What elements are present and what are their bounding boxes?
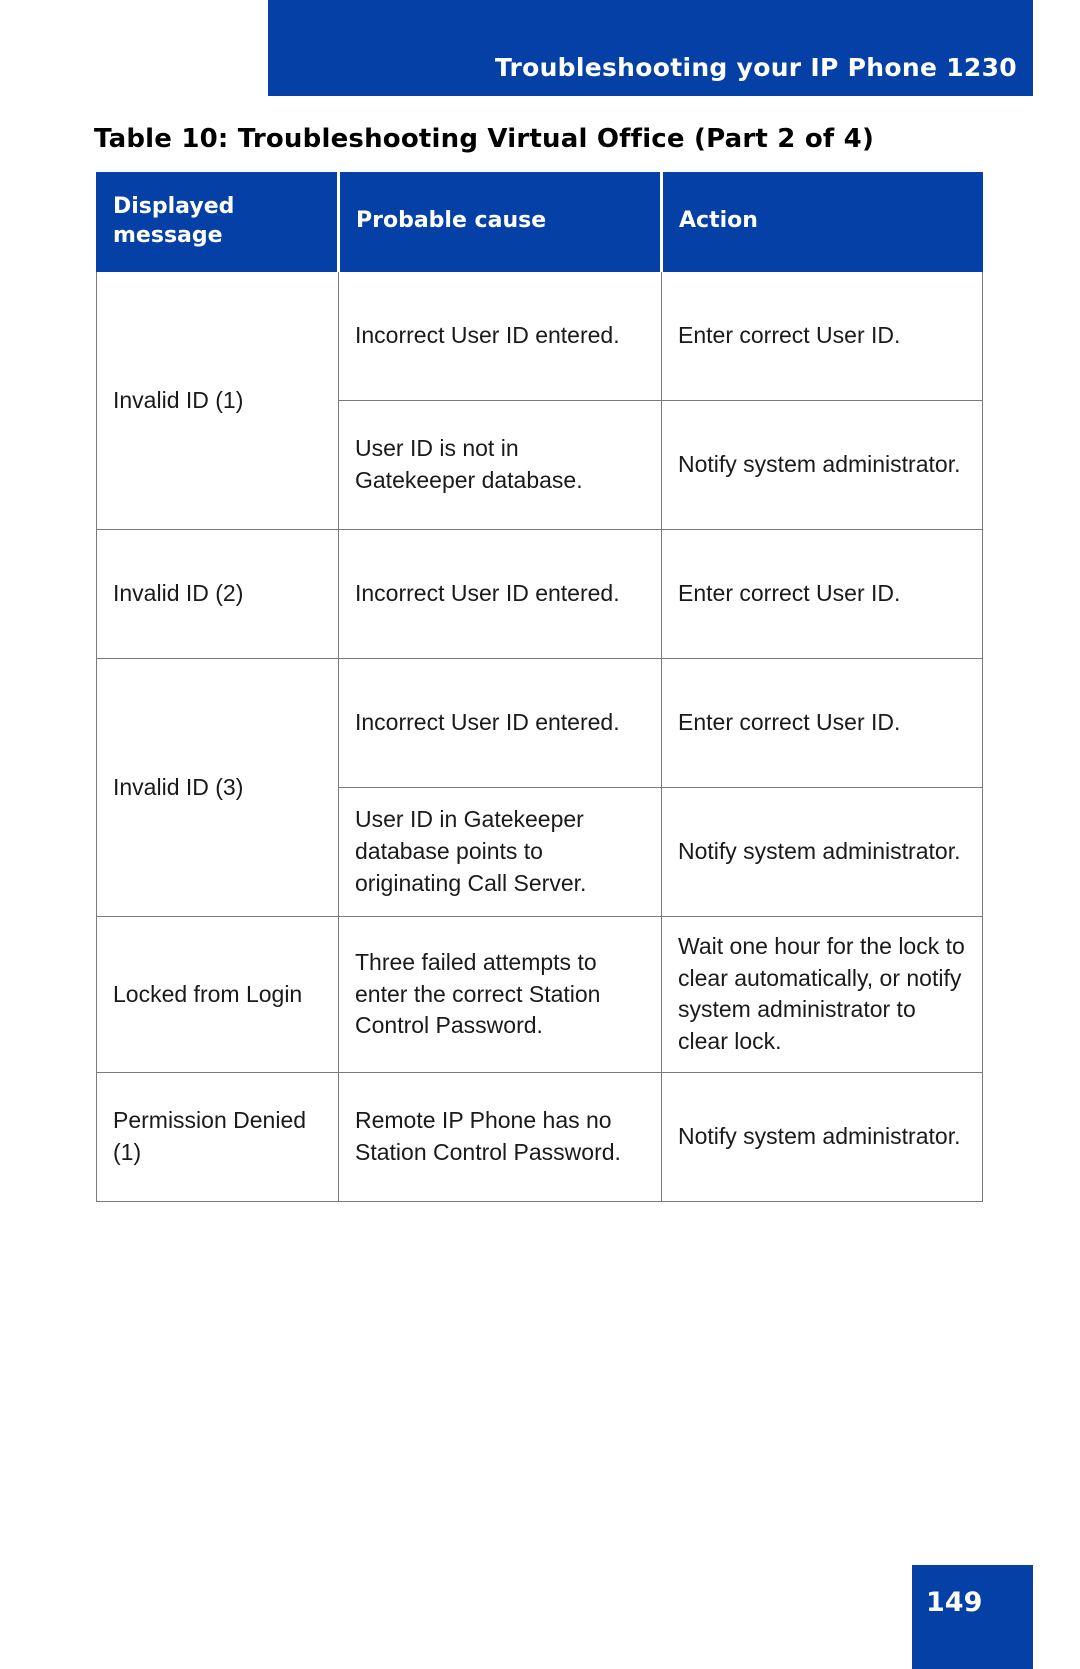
cell-probable-cause: Three failed attempts to enter the corre… (338, 916, 662, 1073)
table-row: Invalid ID (2) Incorrect User ID entered… (96, 529, 983, 659)
cell-action: Notify system administrator. (661, 400, 983, 530)
table-caption: Table 10: Troubleshooting Virtual Office… (94, 124, 875, 154)
cell-displayed-message: Invalid ID (2) (96, 529, 339, 659)
table-body: Invalid ID (1) Incorrect User ID entered… (96, 271, 983, 1202)
table-header-row: Displayed message Probable cause Action (96, 172, 983, 272)
cell-displayed-message: Permission Denied (1) (96, 1071, 339, 1202)
column-header-displayed-message: Displayed message (96, 172, 340, 272)
cell-probable-cause: User ID is not in Gatekeeper database. (338, 400, 662, 530)
column-header-action: Action (661, 172, 983, 272)
running-header-title: Troubleshooting your IP Phone 1230 (494, 53, 1017, 82)
table-row: Invalid ID (1) Incorrect User ID entered… (96, 271, 983, 530)
table-row: Permission Denied (1) Remote IP Phone ha… (96, 1071, 983, 1202)
cell-action: Notify system administrator. (661, 1071, 983, 1202)
cell-action: Enter correct User ID. (661, 529, 983, 659)
cell-displayed-message: Locked from Login (96, 916, 339, 1073)
cell-displayed-message: Invalid ID (3) (96, 658, 339, 917)
page-number: 149 (926, 1587, 983, 1618)
cell-probable-cause: Incorrect User ID entered. (338, 529, 662, 659)
cell-probable-cause: User ID in Gatekeeper database points to… (338, 787, 662, 917)
page-header-banner: Troubleshooting your IP Phone 1230 (268, 0, 1033, 96)
table-header: Displayed message Probable cause Action (96, 172, 983, 272)
cell-probable-cause: Incorrect User ID entered. (338, 271, 662, 401)
cell-action: Wait one hour for the lock to clear auto… (661, 916, 983, 1073)
troubleshooting-table: Displayed message Probable cause Action … (96, 172, 983, 1202)
table-row: Locked from Login Three failed attempts … (96, 916, 983, 1073)
cell-probable-cause: Incorrect User ID entered. (338, 658, 662, 788)
cell-probable-cause: Remote IP Phone has no Station Control P… (338, 1071, 662, 1202)
page-number-box: 149 (912, 1565, 1033, 1669)
table-row: Invalid ID (3) Incorrect User ID entered… (96, 658, 983, 917)
cell-action: Enter correct User ID. (661, 658, 983, 788)
cell-action: Notify system administrator. (661, 787, 983, 917)
column-header-probable-cause: Probable cause (338, 172, 663, 272)
cell-displayed-message: Invalid ID (1) (96, 271, 339, 530)
cell-action: Enter correct User ID. (661, 271, 983, 401)
